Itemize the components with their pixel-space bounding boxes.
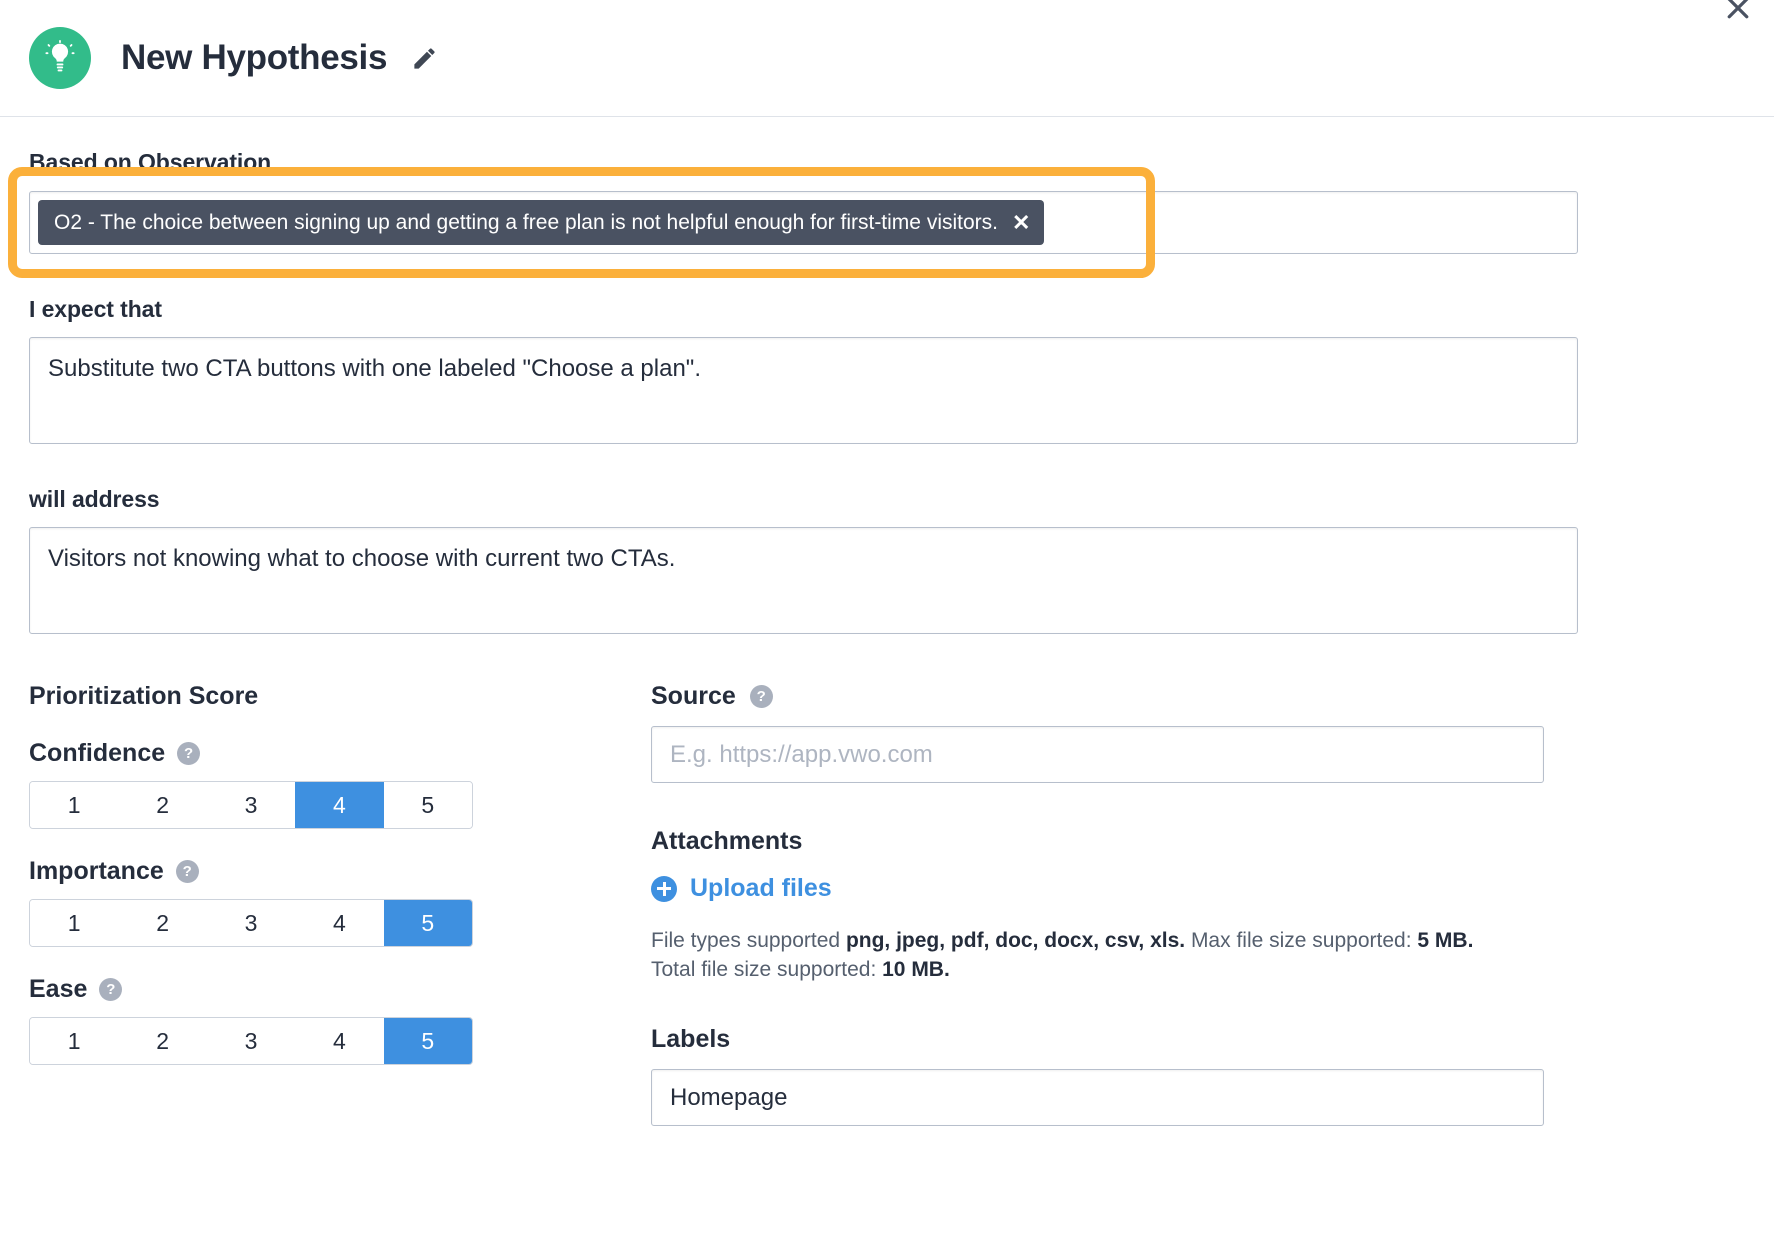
modal-body: Based on Observation O2 - The choice bet… [0,149,1774,1126]
segmented-importance[interactable]: 1 2 3 4 5 [29,899,473,947]
segment-ease-1[interactable]: 1 [30,1018,118,1064]
segment-importance-4[interactable]: 4 [295,900,383,946]
observation-chip[interactable]: O2 - The choice between signing up and g… [38,200,1044,245]
address-textarea[interactable]: Visitors not knowing what to choose with… [29,527,1578,634]
close-icon[interactable] [1716,0,1760,30]
segment-importance-2[interactable]: 2 [118,900,206,946]
segment-ease-3[interactable]: 3 [207,1018,295,1064]
segment-ease-5[interactable]: 5 [384,1018,472,1064]
note-types-pre: File types supported [651,929,846,952]
lightbulb-icon [29,27,91,89]
segment-importance-3[interactable]: 3 [207,900,295,946]
labels-value: Homepage [670,1084,787,1112]
rating-ease: Ease ? 1 2 3 4 5 [29,975,651,1065]
rating-importance: Importance ? 1 2 3 4 5 [29,857,651,947]
note-total-size: 10 MB. [882,958,950,981]
observation-input[interactable]: O2 - The choice between signing up and g… [29,191,1578,254]
segmented-ease[interactable]: 1 2 3 4 5 [29,1017,473,1065]
upload-files-button[interactable]: Upload files [651,874,832,903]
details-column: Source ? E.g. https://app.vwo.com Attach… [651,682,1774,1126]
source-input[interactable]: E.g. https://app.vwo.com [651,726,1544,783]
help-icon-ease[interactable]: ? [99,978,122,1001]
chip-remove-icon[interactable]: ✕ [1012,212,1030,234]
note-types: png, jpeg, pdf, doc, docx, csv, xls. [846,929,1185,952]
attachments-label: Attachments [651,827,1774,856]
help-icon-importance[interactable]: ? [176,860,199,883]
segment-ease-4[interactable]: 4 [295,1018,383,1064]
pencil-icon[interactable] [409,43,439,73]
source-label: Source [651,682,736,711]
source-label-row: Source ? [651,682,1774,711]
expect-textarea[interactable]: Substitute two CTA buttons with one labe… [29,337,1578,444]
prioritization-title: Prioritization Score [29,682,651,711]
address-label: will address [29,486,1774,513]
note-max-size: 5 MB. [1417,929,1473,952]
segment-confidence-5[interactable]: 5 [384,782,472,828]
page-title: New Hypothesis [121,38,387,78]
labels-input[interactable]: Homepage [651,1069,1544,1126]
lower-columns: Prioritization Score Confidence ? 1 2 3 … [29,682,1774,1126]
rating-confidence: Confidence ? 1 2 3 4 5 [29,739,651,829]
modal-header: New Hypothesis [0,0,1774,117]
segment-importance-5[interactable]: 5 [384,900,472,946]
observation-chip-text: O2 - The choice between signing up and g… [54,211,998,235]
segment-confidence-3[interactable]: 3 [207,782,295,828]
segment-confidence-4[interactable]: 4 [295,782,383,828]
rating-label-confidence: Confidence [29,739,165,768]
expect-label: I expect that [29,296,1774,323]
segment-ease-2[interactable]: 2 [118,1018,206,1064]
labels-label: Labels [651,1025,1774,1054]
plus-circle-icon [651,876,677,902]
segment-importance-1[interactable]: 1 [30,900,118,946]
rating-label-ease: Ease [29,975,87,1004]
segment-confidence-1[interactable]: 1 [30,782,118,828]
attachments-note: File types supported png, jpeg, pdf, doc… [651,926,1551,986]
help-icon-confidence[interactable]: ? [177,742,200,765]
upload-files-label: Upload files [690,874,832,903]
new-hypothesis-modal: New Hypothesis Based on Observation O2 -… [0,0,1774,1244]
segment-confidence-2[interactable]: 2 [118,782,206,828]
help-icon-source[interactable]: ? [750,685,773,708]
rating-label-importance: Importance [29,857,164,886]
source-placeholder: E.g. https://app.vwo.com [670,741,933,769]
prioritization-column: Prioritization Score Confidence ? 1 2 3 … [29,682,651,1126]
segmented-confidence[interactable]: 1 2 3 4 5 [29,781,473,829]
note-max-pre: Max file size supported: [1185,929,1417,952]
note-total-pre: Total file size supported: [651,958,882,981]
observation-label: Based on Observation [29,149,1774,176]
observation-field-wrap: O2 - The choice between signing up and g… [29,191,1578,254]
